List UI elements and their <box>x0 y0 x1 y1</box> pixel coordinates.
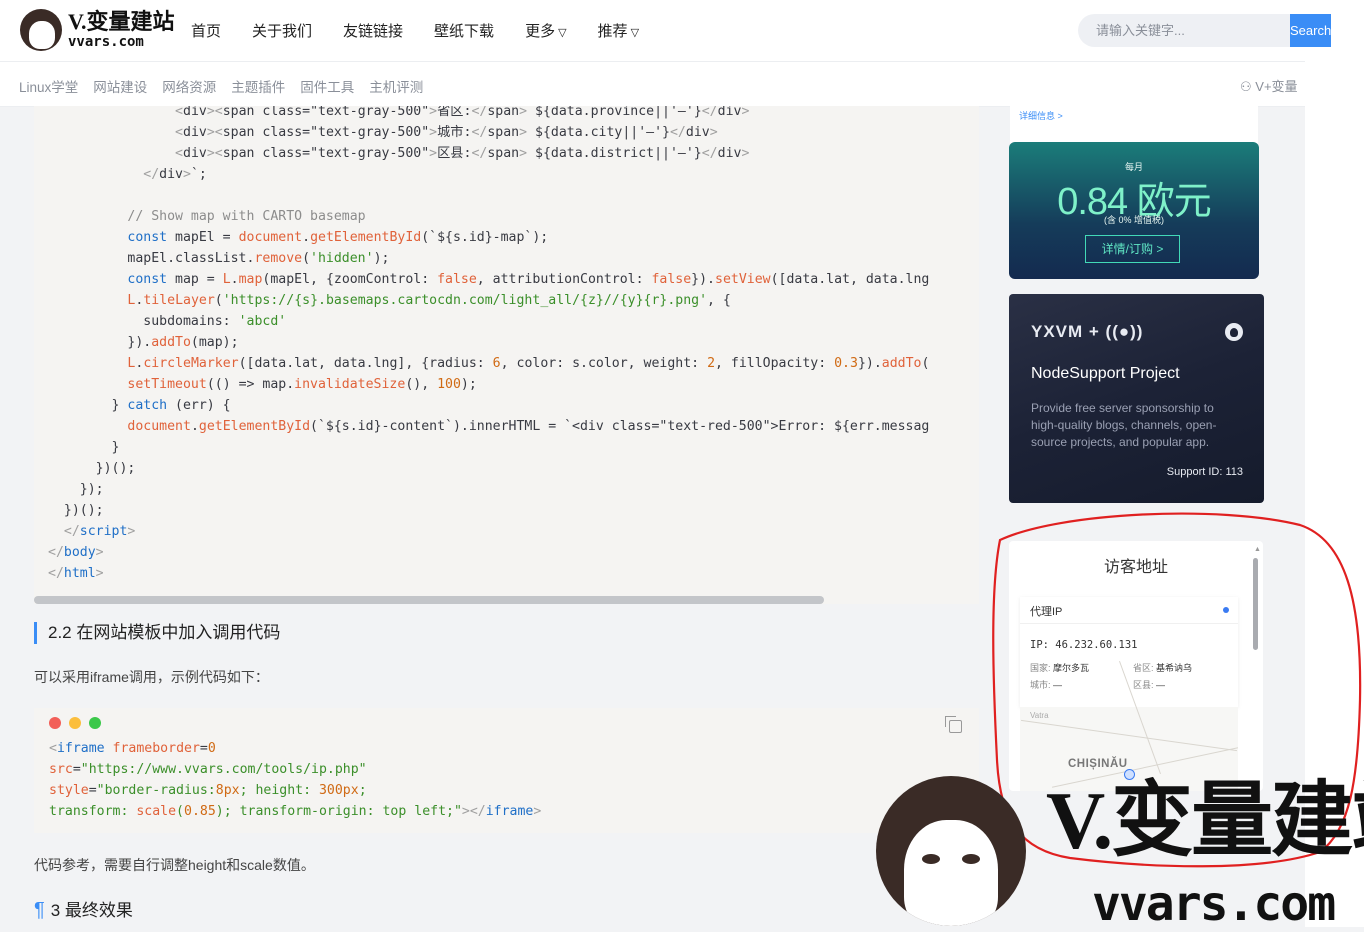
section-heading-3: ¶ 3 最终效果 <box>34 896 133 922</box>
yxvm-logo: YXVM + ((●)) <box>1031 322 1144 341</box>
paragraph-iframe-intro: 可以采用iframe调用，示例代码如下： <box>34 669 269 685</box>
watermark-title: V.变量建站 <box>1046 775 1364 866</box>
code-block-iframe: <iframe frameborder=0 src="https://www.v… <box>34 708 979 833</box>
ad2-description: Provide free server sponsorship to high-… <box>1031 401 1217 449</box>
category-linux[interactable]: Linux学堂 <box>19 76 78 96</box>
ad-order-button[interactable]: 详情/订购 > <box>1085 235 1180 263</box>
city-label: 城市: <box>1030 680 1051 690</box>
yellow-dot-icon <box>69 717 81 729</box>
red-dot-icon <box>49 717 61 729</box>
main-nav: 首页 关于我们 友链链接 壁纸下载 更多 ▽ 推荐 ▽ <box>191 20 670 41</box>
section-heading-2-2: 2.2 在网站模板中加入调用代码 <box>34 622 280 644</box>
country-value: 摩尔多瓦 <box>1053 663 1090 673</box>
visitor-district: 区县: — <box>1133 678 1165 691</box>
visitor-address-widget: 访客地址 代理IP IP: 46.232.60.131 国家: 摩尔多瓦 省区:… <box>1009 541 1263 791</box>
ad-vat: (含 0% 增值税) <box>1103 215 1164 225</box>
code-iframe-content: <iframe frameborder=0 src="https://www.v… <box>49 741 542 819</box>
logo-subtitle: vvars.com <box>68 34 144 50</box>
divider <box>1020 623 1238 624</box>
visitor-card-header: 代理IP <box>1030 606 1063 618</box>
nav-recommend[interactable]: 推荐 ▽ <box>598 20 639 41</box>
map-road <box>1020 719 1238 752</box>
visitor-city: 城市: — <box>1030 678 1062 691</box>
map-label: Vatra <box>1030 711 1049 720</box>
category-themes[interactable]: 主题插件 <box>231 76 285 96</box>
nav-more[interactable]: 更多 ▽ <box>525 20 566 41</box>
user-icon: ⚇ <box>1240 79 1256 94</box>
watermark-subtitle: vvars.com <box>1092 876 1336 932</box>
user-name: V+变量 <box>1255 79 1298 94</box>
site-logo[interactable]: V.变量建站 vvars.com <box>20 9 175 51</box>
district-value: — <box>1156 680 1166 690</box>
visitor-title: 访客地址 <box>1103 559 1168 576</box>
category-hosting[interactable]: 主机评测 <box>369 76 423 96</box>
section-heading-3-label: 3 最终效果 <box>50 901 133 920</box>
user-menu[interactable]: ⚇ V+变量 <box>1240 76 1298 95</box>
pilcrow-icon: ¶ <box>34 899 45 921</box>
copy-icon[interactable] <box>945 716 962 733</box>
window-dots <box>49 717 101 729</box>
detail-link[interactable]: 详细信息 > <box>1019 109 1063 122</box>
visitor-scrollbar[interactable] <box>1253 558 1258 650</box>
chevron-down-icon: ▽ <box>558 27 567 39</box>
code-horizontal-scrollbar[interactable] <box>34 596 824 604</box>
gorilla-logo-icon <box>20 9 62 51</box>
hosting-ad-banner[interactable]: 每月 0.84 欧元 (含 0% 增值税) 详情/订购 > <box>1009 142 1259 279</box>
province-label: 省区: <box>1133 663 1154 673</box>
green-dot-icon <box>89 717 101 729</box>
logo-text: V.变量建站 vvars.com <box>68 9 175 50</box>
ad2-title: NodeSupport Project <box>1031 365 1180 382</box>
category-web[interactable]: 网站建设 <box>93 76 147 96</box>
logo-title: V.变量建站 <box>68 9 175 34</box>
city-value: — <box>1053 680 1063 690</box>
category-resources[interactable]: 网络资源 <box>162 76 216 96</box>
search-bar: Search <box>1078 14 1332 47</box>
scroll-up-icon[interactable]: ▲ <box>1254 546 1261 553</box>
district-label: 区县: <box>1133 680 1154 690</box>
nav-home[interactable]: 首页 <box>191 20 221 41</box>
province-value: 基希讷乌 <box>1156 663 1193 673</box>
chevron-down-icon: ▽ <box>630 27 640 39</box>
nav-links[interactable]: 友链链接 <box>343 20 403 41</box>
search-button[interactable]: Search <box>1290 14 1332 47</box>
visitor-ip: IP: 46.232.60.131 <box>1030 639 1138 651</box>
visitor-country: 国家: 摩尔多瓦 <box>1030 661 1089 674</box>
status-dot-icon <box>1223 607 1229 613</box>
nav-recommend-label: 推荐 <box>597 23 628 40</box>
nodesupport-ad-banner[interactable]: YXVM + ((●)) NodeSupport Project Provide… <box>1009 294 1264 503</box>
category-firmware[interactable]: 固件工具 <box>300 76 354 96</box>
github-icon[interactable] <box>1225 323 1243 341</box>
paragraph-code-note: 代码参考，需要自行调整height和scale数值。 <box>34 857 315 873</box>
nav-wallpaper[interactable]: 壁纸下载 <box>434 20 494 41</box>
code-js-content: <div><span class="text-gray-500">省区:</sp… <box>48 106 930 581</box>
nav-more-label: 更多 <box>525 23 556 40</box>
category-nav: Linux学堂 网站建设 网络资源 主题插件 固件工具 主机评测 ⚇ V+变量 <box>0 62 1305 107</box>
watermark-gorilla-icon <box>876 776 1026 926</box>
country-label: 国家: <box>1030 663 1051 673</box>
search-input[interactable] <box>1078 14 1290 47</box>
nav-about[interactable]: 关于我们 <box>252 20 312 41</box>
ad2-support-id: Support ID: 113 <box>1166 466 1243 478</box>
sidebar-detail-card: 详细信息 > <box>1010 106 1258 144</box>
code-block-js: <div><span class="text-gray-500">省区:</sp… <box>34 106 979 604</box>
map-city-label: CHIȘINĂU <box>1068 758 1128 770</box>
visitor-province: 省区: 基希讷乌 <box>1133 661 1192 674</box>
site-header: V.变量建站 vvars.com 首页 关于我们 友链链接 壁纸下载 更多 ▽ 推… <box>0 0 1332 62</box>
